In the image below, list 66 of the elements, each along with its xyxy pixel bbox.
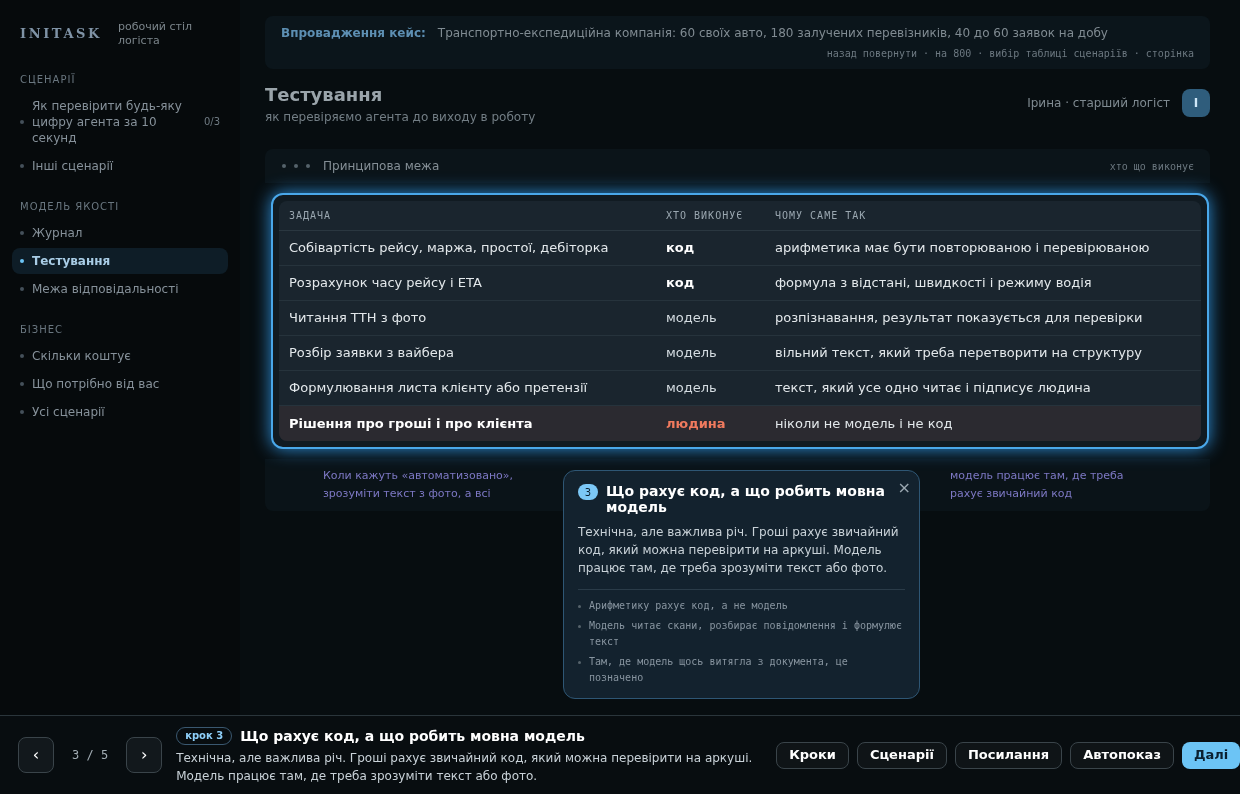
sidebar-item[interactable]: Інші сценарії (12, 153, 228, 179)
section-title: Принципова межа (323, 158, 440, 175)
table-cell-text: Формулювання листа клієнту або претензії (289, 379, 589, 398)
sidebar-item[interactable]: Скільки коштує (12, 343, 228, 369)
logo-subtitle: робочий стіл логіста (118, 20, 194, 48)
table-cell-text: розпізнавання, результат показується для перевірки (775, 309, 1144, 328)
section-hint: хто що виконує (1109, 159, 1194, 174)
table-cell-text: арифметика має бути повторюваною і перевірюваною (775, 239, 1151, 258)
page-title: Тестування (265, 83, 384, 107)
close-button[interactable]: × (897, 476, 911, 500)
tour-button[interactable]: Автопоказ (1070, 741, 1174, 769)
dots-icon (281, 163, 311, 169)
step-badge: 3 (578, 484, 598, 500)
sidebar-item[interactable]: Тестування (12, 248, 228, 274)
table-cell-text: Розбір заявки з вайбера (289, 344, 455, 363)
table-cell-text: людина (666, 414, 727, 433)
sidebar-item[interactable]: Журнал (12, 220, 228, 246)
table-cell-text: Собівартість рейсу, маржа, простої, дебіторка (289, 239, 610, 258)
case-text: Транспортно-експедиційна компанія: 60 своїх авто, 180 залучених перевізників, 40 до 60 заявок на добу (437, 25, 1108, 42)
popover-text: Технічна, але важлива річ. Гроші рахує звичайний код, який можна перевірити на аркуші. Модель працює там, де треба зрозуміти текст або фото. (578, 524, 900, 577)
sidebar-item[interactable]: Що потрібно від вас (12, 371, 228, 397)
table-cell-text: модель (666, 379, 718, 398)
popover-title: Що рахує код, а що робить мовна модель (606, 483, 885, 515)
table-cell-text: код (666, 274, 696, 293)
case-label: Впровадження кейс: (281, 25, 426, 42)
tour-button[interactable]: Сценарії (856, 741, 947, 769)
section-title: МОДЕЛЬ ЯКОСТІ (19, 200, 121, 214)
tour-button[interactable]: Кроки (776, 741, 849, 769)
column-header: ЗАДАЧА (289, 209, 333, 223)
popover-bullet: Модель читає скани, розбирає повідомлення і формулює текст (589, 619, 904, 649)
sidebar-item[interactable]: Усі сценарії (12, 399, 228, 425)
logo: INITASK (20, 25, 102, 44)
tour-button[interactable]: Посилання (954, 741, 1063, 769)
table-cell-text: модель (666, 309, 718, 328)
case-links: назад повернути · на 800 · вибір таблиці сценаріїв · сторінка (826, 47, 1194, 61)
table-cell-text: Розрахунок часу рейсу і ETA (289, 274, 483, 293)
step-text: Технічна, але важлива річ. Гроші рахує звичайний код, який можна перевірити на аркуші. Модель працює там, де треба зрозуміти текст або фото. (176, 749, 754, 785)
user-avatar[interactable]: І (1182, 89, 1210, 117)
previous-button[interactable]: ‹ (18, 737, 54, 773)
note-text: модель працює там, де треба (950, 468, 1125, 484)
step-counter: 3 / 5 (72, 747, 109, 763)
section-title: СЦЕНАРІЇ (19, 72, 77, 87)
popover-bullet: Там, де модель щось витягла з документа, це позначено (589, 655, 849, 685)
table-cell-text: модель (666, 344, 718, 363)
table-cell-text: ніколи не модель і не код (775, 414, 954, 433)
page-subtitle: як перевіряємо агента до виходу в роботу (265, 109, 536, 125)
column-header: ЧОМУ САМЕ ТАК (775, 209, 868, 223)
next-button[interactable]: › (126, 737, 163, 773)
note-text: рахує звичайний код (950, 486, 1074, 502)
note-text: Коли кажуть «автоматизовано», (323, 468, 515, 484)
table-cell-text: код (666, 239, 696, 258)
column-header: ХТО ВИКОНУЄ (666, 209, 745, 223)
table-cell-text: вільний текст, який треба перетворити на структуру (775, 344, 1143, 363)
table-cell-text: формула з відстані, швидкості і режиму водія (775, 274, 1093, 293)
section-title: БІЗНЕС (19, 323, 65, 337)
popover-bullet: Арифметику рахує код, а не модель (589, 599, 788, 613)
user-name: Ірина · старший логіст (1027, 95, 1170, 111)
item-count: 0/3 (203, 115, 220, 129)
sidebar-item[interactable]: Як перевірити будь-яку цифру агента за 10 секунд 0/3 (12, 93, 228, 151)
table-cell-text: Читання ТТН з фото (289, 309, 428, 328)
tour-button[interactable]: Далі (1181, 741, 1240, 769)
sidebar-item[interactable]: Межа відповідальності (12, 276, 228, 302)
step-title: Що рахує код, а що робить мовна модель (240, 726, 585, 746)
table-cell-text: Рішення про гроші і про клієнта (289, 414, 534, 433)
note-text: зрозуміти текст з фото, а всі (323, 486, 492, 502)
table-cell-text: текст, який усе одно читає і підписує людина (775, 379, 1092, 398)
